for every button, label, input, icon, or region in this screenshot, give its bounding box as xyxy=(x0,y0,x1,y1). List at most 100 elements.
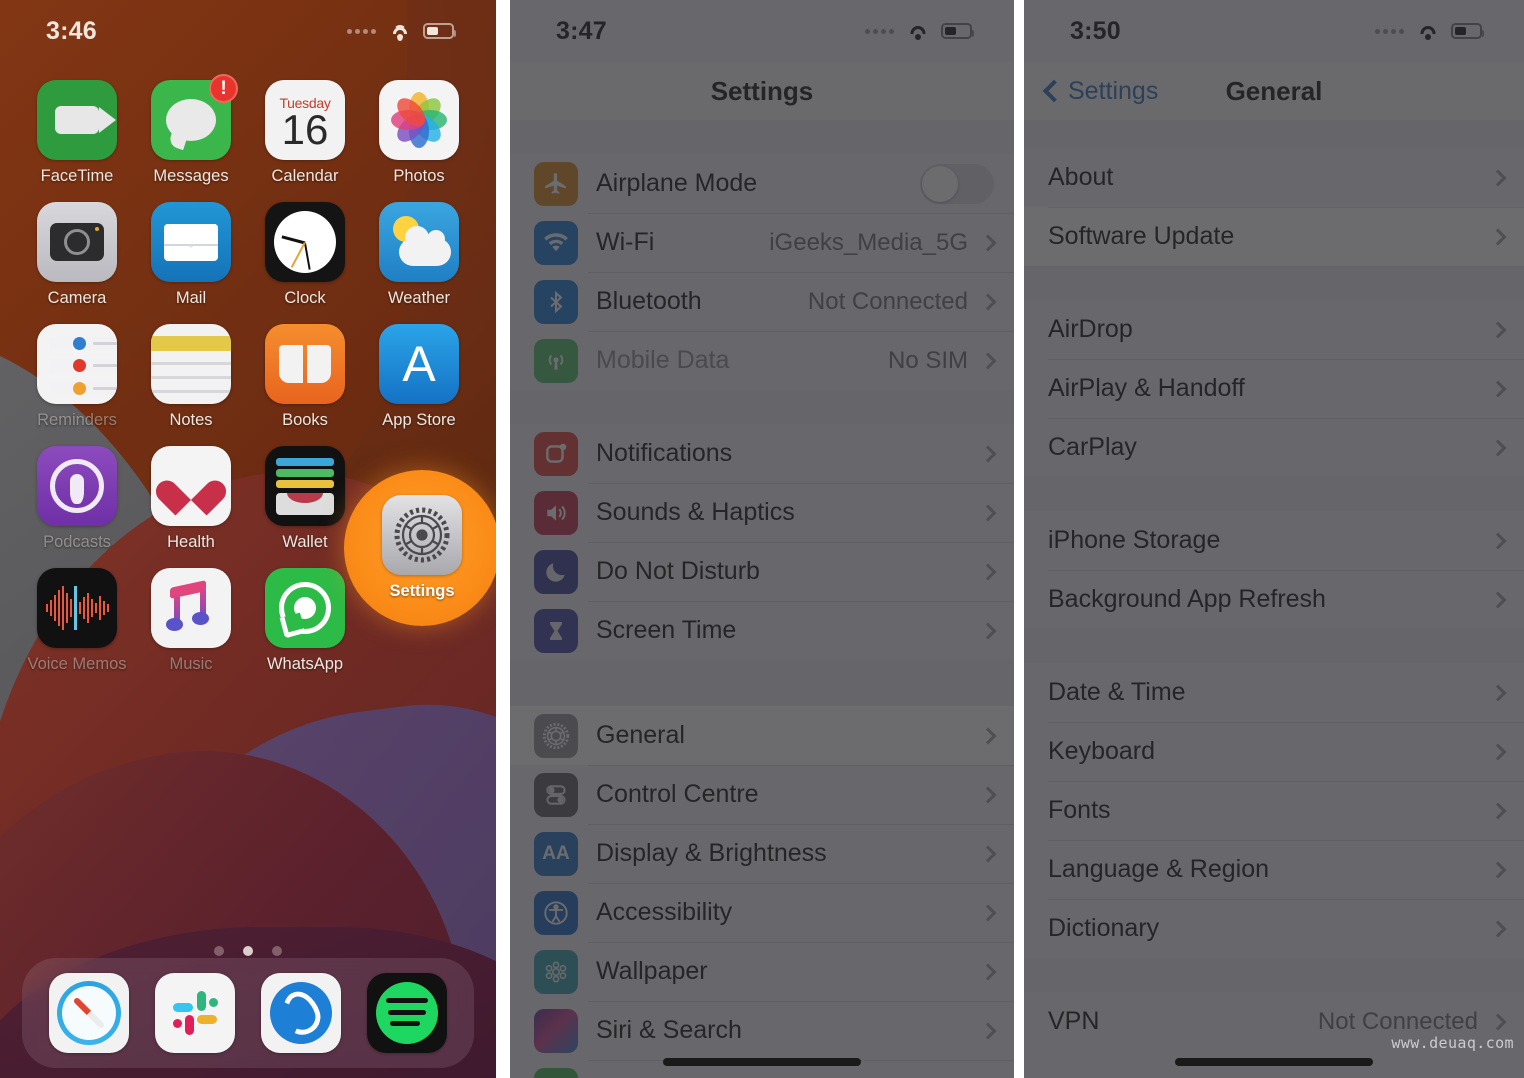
wifi-icon xyxy=(387,22,412,41)
app-label: Messages xyxy=(153,167,229,185)
row-siri-search[interactable]: Siri & Search xyxy=(510,1001,1014,1060)
app-label: Books xyxy=(282,411,328,429)
settings-app-highlight[interactable]: Settings xyxy=(344,470,496,626)
row-label: AirPlay & Handoff xyxy=(1048,374,1245,402)
row-screen-time[interactable]: Screen Time xyxy=(510,601,1014,660)
app-music[interactable]: Music xyxy=(134,568,248,674)
app-camera[interactable]: Camera xyxy=(20,202,134,308)
app-label: Camera xyxy=(47,289,107,307)
app-label: Notes xyxy=(169,411,213,429)
shazam-icon[interactable] xyxy=(261,973,341,1053)
airplane-mode-toggle[interactable] xyxy=(920,163,994,204)
page-title: General xyxy=(1225,75,1323,106)
row-label: Display & Brightness xyxy=(596,839,827,867)
app-mail[interactable]: Mail xyxy=(134,202,248,308)
signal-dots-icon xyxy=(347,28,376,34)
page-dots[interactable] xyxy=(0,946,496,956)
chevron-right-icon xyxy=(979,786,997,803)
row-carplay[interactable]: CarPlay xyxy=(1024,418,1524,477)
row-general[interactable]: General xyxy=(510,706,1014,765)
home-indicator[interactable] xyxy=(1175,1058,1373,1066)
row-software-update[interactable]: Software Update xyxy=(1024,207,1524,266)
chevron-right-icon xyxy=(1489,861,1507,878)
app-weather[interactable]: Weather xyxy=(362,202,476,308)
panel-gap xyxy=(1014,0,1024,1078)
notes-icon xyxy=(151,324,231,404)
row-dictionary[interactable]: Dictionary xyxy=(1024,899,1524,958)
row-date-time[interactable]: Date & Time xyxy=(1024,663,1524,722)
facetime-icon xyxy=(37,80,117,160)
app-messages[interactable]: ! Messages xyxy=(134,74,248,186)
row-display-brightness[interactable]: AA Display & Brightness xyxy=(510,824,1014,883)
weather-icon xyxy=(379,202,459,282)
safari-icon[interactable] xyxy=(49,973,129,1053)
app-books[interactable]: Books xyxy=(248,324,362,430)
wifi-icon xyxy=(1415,22,1440,41)
row-about[interactable]: About xyxy=(1024,148,1524,207)
wifi-icon xyxy=(534,220,578,265)
app-clock[interactable]: Clock xyxy=(248,202,362,308)
wallpaper-icon xyxy=(534,949,578,994)
app-label: Calendar xyxy=(271,167,339,185)
app-notes[interactable]: Notes xyxy=(134,324,248,430)
app-calendar[interactable]: Tuesday 16 Calendar xyxy=(248,80,362,186)
row-control-centre[interactable]: Control Centre xyxy=(510,765,1014,824)
row-wallpaper[interactable]: Wallpaper xyxy=(510,942,1014,1001)
row-accessibility[interactable]: Accessibility xyxy=(510,883,1014,942)
row-label: Wi-Fi xyxy=(596,228,655,256)
row-label: Airplane Mode xyxy=(596,169,758,197)
screen-time-icon xyxy=(534,608,578,653)
app-photos[interactable]: Photos xyxy=(362,80,476,186)
spotify-icon[interactable] xyxy=(367,973,447,1053)
app-reminders[interactable]: Reminders xyxy=(20,324,134,430)
row-mobile-data[interactable]: Mobile Data No SIM xyxy=(510,331,1014,390)
general-icon xyxy=(534,713,578,758)
app-health[interactable]: Health xyxy=(134,446,248,552)
app-app-store[interactable]: A App Store xyxy=(362,324,476,430)
slack-icon[interactable] xyxy=(155,973,235,1053)
row-airplane-mode[interactable]: Airplane Mode xyxy=(510,154,1014,213)
music-icon xyxy=(151,568,231,648)
chevron-left-icon xyxy=(1042,79,1066,103)
row-value: Not Connected xyxy=(1317,1007,1478,1035)
row-notifications[interactable]: Notifications xyxy=(510,424,1014,483)
chevron-right-icon xyxy=(1489,684,1507,701)
page-dot[interactable] xyxy=(214,946,224,956)
row-airdrop[interactable]: AirDrop xyxy=(1024,300,1524,359)
app-voice-memos[interactable]: Voice Memos xyxy=(20,568,134,674)
section-spacer xyxy=(510,390,1014,424)
panel-gap xyxy=(496,0,510,1078)
row-background-app-refresh[interactable]: Background App Refresh xyxy=(1024,570,1524,629)
app-label: Podcasts xyxy=(43,533,111,551)
app-podcasts[interactable]: Podcasts xyxy=(20,446,134,552)
row-airplay-handoff[interactable]: AirPlay & Handoff xyxy=(1024,359,1524,418)
row-do-not-disturb[interactable]: Do Not Disturb xyxy=(510,542,1014,601)
back-button[interactable]: Settings xyxy=(1042,77,1158,106)
signal-dots-icon xyxy=(865,28,894,34)
row-fonts[interactable]: Fonts xyxy=(1024,781,1524,840)
row-bluetooth[interactable]: Bluetooth Not Connected xyxy=(510,272,1014,331)
settings-group-connectivity: Airplane Mode Wi-Fi iGeeks_Media_5G Blue… xyxy=(510,154,1014,390)
row-iphone-storage[interactable]: iPhone Storage xyxy=(1024,511,1524,570)
row-keyboard[interactable]: Keyboard xyxy=(1024,722,1524,781)
home-indicator[interactable] xyxy=(663,1058,861,1066)
row-wifi[interactable]: Wi-Fi iGeeks_Media_5G xyxy=(510,213,1014,272)
app-whatsapp[interactable]: WhatsApp xyxy=(248,568,362,674)
panel-general: 3:50 Settings General About Software Upd… xyxy=(1024,0,1524,1078)
row-label: Siri & Search xyxy=(596,1016,742,1044)
app-facetime[interactable]: FaceTime xyxy=(20,80,134,186)
mobile-data-icon xyxy=(534,338,578,383)
row-sounds-haptics[interactable]: Sounds & Haptics xyxy=(510,483,1014,542)
row-language-region[interactable]: Language & Region xyxy=(1024,840,1524,899)
chevron-right-icon xyxy=(979,445,997,462)
page-dot[interactable] xyxy=(272,946,282,956)
row-label: Background App Refresh xyxy=(1048,585,1326,613)
page-dot-active[interactable] xyxy=(243,946,253,956)
gear-icon xyxy=(542,722,570,749)
settings-group-system: General Control Centre AA Display & Brig… xyxy=(510,706,1014,1078)
sounds-icon xyxy=(534,490,578,535)
section-spacer xyxy=(510,120,1014,154)
row-label: Control Centre xyxy=(596,780,759,808)
panel-settings: 3:47 Settings Airplane Mode Wi-Fi iGeeks… xyxy=(510,0,1014,1078)
control-centre-icon xyxy=(534,772,578,817)
